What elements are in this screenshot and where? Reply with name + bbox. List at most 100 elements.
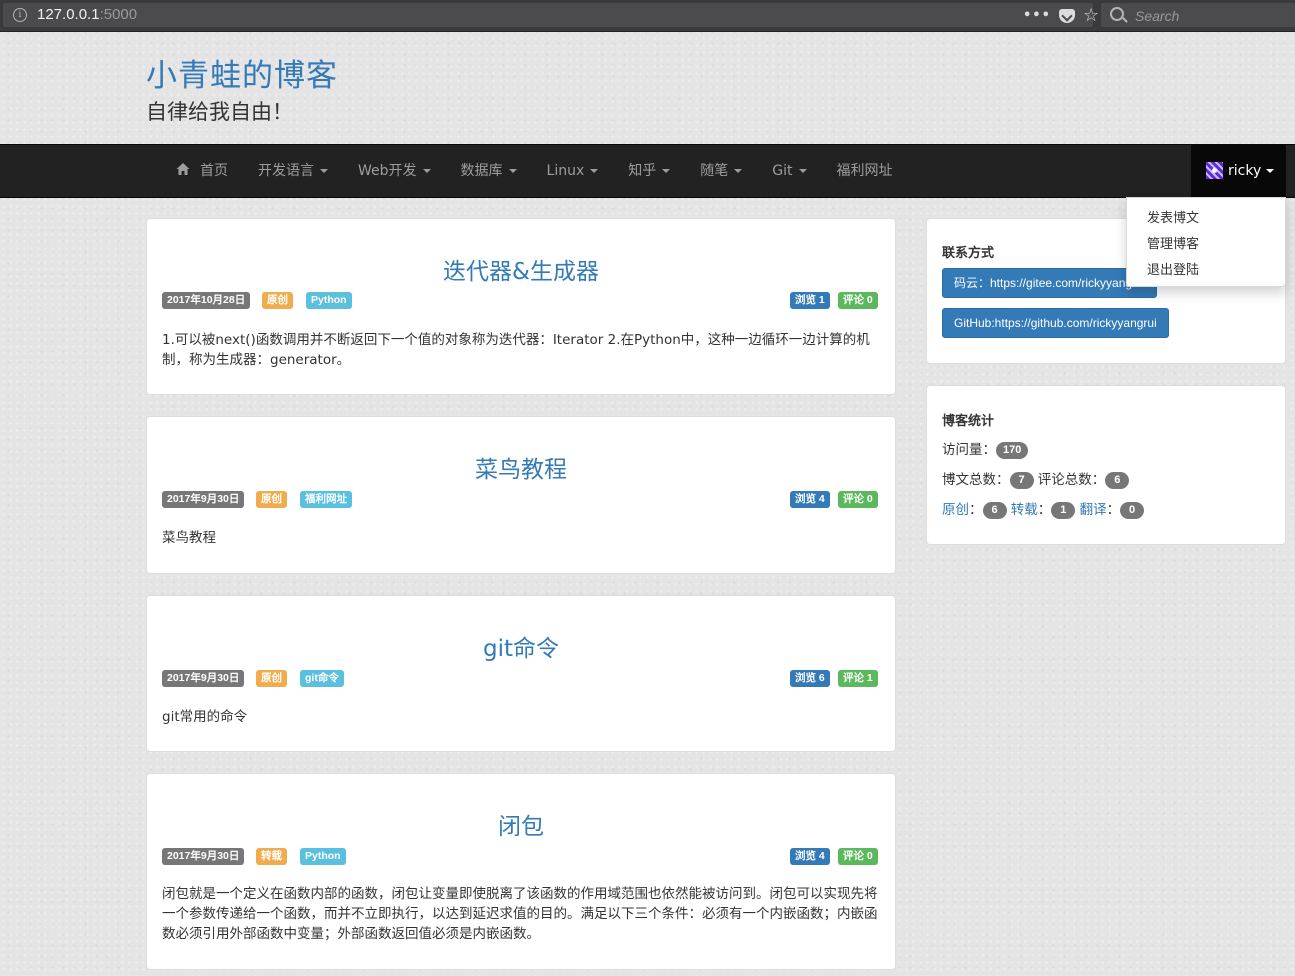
repost-count-badge: 1	[1051, 502, 1076, 520]
nav-list: 首页 开发语言 Web开发 数据库 Linux 知乎 随笔 Git 福利网址	[161, 145, 908, 197]
comments-total-badge: 6	[1105, 472, 1130, 490]
nav-item-essays[interactable]: 随笔	[685, 145, 757, 197]
url-bar[interactable]: i 127.0.0.1:5000 ••• ☆	[3, 3, 1099, 27]
post-tag-label[interactable]: Python	[306, 292, 352, 309]
caret-down-icon	[508, 169, 517, 173]
browser-search-box[interactable]	[1101, 3, 1295, 27]
nav-label: 知乎	[628, 163, 657, 179]
nav-label: Web开发	[358, 163, 417, 179]
browser-search-input[interactable]	[1133, 5, 1287, 27]
site-title[interactable]: 小青蛙的博客	[146, 50, 338, 95]
post-summary: 闭包就是一个定义在函数内部的函数，闭包让变量即使脱离了该函数的作用域范围也依然能…	[162, 886, 878, 942]
url-host: 127.0.0.1	[37, 6, 100, 23]
nav-item-zhihu[interactable]: 知乎	[613, 145, 685, 197]
search-icon	[1110, 7, 1124, 21]
caret-down-icon	[798, 169, 807, 173]
info-icon[interactable]: i	[13, 8, 27, 22]
nav-item-git[interactable]: Git	[757, 145, 821, 197]
url-actions: ••• ☆	[1023, 7, 1099, 25]
colon-text: ：	[1037, 502, 1052, 518]
post-summary: 1.可以被next()函数调用并不断返回下一个值的对象称为迭代器：Iterato…	[162, 332, 870, 368]
post-tag-label[interactable]: 福利网址	[300, 491, 352, 508]
site-subtitle: 自律给我自由！	[146, 100, 293, 124]
nav-item-database[interactable]: 数据库	[446, 145, 532, 197]
translate-link[interactable]: 翻译	[1080, 502, 1107, 518]
post-tag-label[interactable]: Python	[300, 848, 346, 865]
nav-label: 随笔	[700, 163, 729, 179]
github-link-button[interactable]: GitHub:https://github.com/rickyyangrui	[942, 308, 1169, 338]
nav-label: Linux	[546, 163, 585, 179]
post-date-label: 2017年9月30日	[162, 848, 245, 865]
post-views-label: 浏览 4	[790, 491, 830, 508]
colon-text: ：	[1106, 502, 1121, 518]
pocket-icon[interactable]	[1058, 9, 1075, 23]
stat-visits: 访问量： 170	[942, 438, 1029, 460]
caret-down-icon	[1266, 169, 1274, 173]
post-tag-label[interactable]: git命令	[300, 670, 344, 687]
post-type-label[interactable]: 转载	[256, 848, 287, 865]
original-link[interactable]: 原创	[942, 502, 969, 518]
post-comments-label: 评论 0	[838, 292, 878, 309]
nav-item-linux[interactable]: Linux	[532, 145, 614, 197]
nav-label: Git	[772, 163, 793, 179]
url-text[interactable]: 127.0.0.1:5000	[37, 6, 137, 23]
post-date-label: 2017年9月30日	[162, 491, 245, 508]
posts-total-badge: 7	[1009, 472, 1034, 490]
post-type-label[interactable]: 原创	[256, 670, 287, 687]
nav-item-languages[interactable]: 开发语言	[243, 145, 343, 197]
url-port: :5000	[99, 6, 138, 23]
post-title[interactable]: 闭包	[147, 807, 895, 841]
user-menu-toggle[interactable]: ricky	[1191, 145, 1286, 197]
stat-types: 原创： 6 转载： 1 翻译： 0	[942, 498, 1145, 520]
nav-item-web[interactable]: Web开发	[343, 145, 446, 197]
contact-title: 联系方式	[942, 246, 995, 261]
post-summary: git常用的命令	[162, 709, 248, 725]
post-comments-label: 评论 0	[838, 848, 878, 865]
menu-item-new-post[interactable]: 发表博文	[1147, 207, 1199, 226]
navbar: 首页 开发语言 Web开发 数据库 Linux 知乎 随笔 Git 福利网址 r…	[0, 144, 1295, 198]
caret-down-icon	[662, 169, 671, 173]
post-views-label: 浏览 4	[790, 848, 830, 865]
nav-label: 开发语言	[258, 163, 314, 179]
user-name: ricky	[1228, 163, 1262, 179]
caret-down-icon	[320, 169, 328, 173]
nav-item-home[interactable]: 首页	[161, 145, 243, 197]
menu-item-logout[interactable]: 退出登陆	[1147, 259, 1199, 278]
nav-label: 福利网址	[836, 163, 893, 179]
post-card: 闭包 2017年9月30日 转载 Python 浏览 4 评论 0 闭包就是一个…	[146, 773, 896, 970]
visits-badge: 170	[996, 442, 1029, 460]
stats-title: 博客统计	[942, 414, 995, 429]
browser-toolbar: i 127.0.0.1:5000 ••• ☆	[0, 0, 1295, 32]
menu-item-manage-blog[interactable]: 管理博客	[1147, 233, 1199, 252]
nav-label: 数据库	[460, 163, 503, 179]
post-title[interactable]: git命令	[147, 629, 895, 663]
post-title[interactable]: 菜鸟教程	[147, 450, 895, 484]
more-actions-icon[interactable]: •••	[1023, 7, 1051, 25]
post-date-label: 2017年9月30日	[162, 670, 245, 687]
caret-down-icon	[590, 169, 599, 173]
post-title[interactable]: 迭代器&生成器	[147, 252, 895, 286]
visits-label: 访问量：	[942, 442, 996, 458]
post-views-label: 浏览 6	[790, 670, 830, 687]
stats-panel: 博客统计 访问量： 170 博文总数： 7 评论总数： 6 原创： 6 转载： 1 翻译：…	[926, 385, 1286, 545]
nav-item-welfare[interactable]: 福利网址	[822, 145, 908, 197]
post-card: 菜鸟教程 2017年9月30日 原创 福利网址 浏览 4 评论 0 菜鸟教程	[146, 416, 896, 574]
caret-down-icon	[422, 169, 431, 173]
comments-total-label: 评论总数：	[1037, 472, 1106, 488]
caret-down-icon	[734, 169, 743, 173]
home-icon	[176, 163, 190, 175]
stat-totals: 博文总数： 7 评论总数： 6	[942, 468, 1130, 490]
post-type-label[interactable]: 原创	[256, 491, 287, 508]
colon-text: ：	[969, 502, 983, 518]
post-date-label: 2017年10月28日	[162, 292, 251, 309]
nav-home-label: 首页	[200, 163, 228, 179]
original-count-badge: 6	[982, 502, 1007, 520]
post-type-label[interactable]: 原创	[262, 292, 293, 309]
repost-link[interactable]: 转载	[1011, 502, 1038, 518]
post-views-label: 浏览 1	[790, 292, 830, 309]
bookmark-star-icon[interactable]: ☆	[1083, 7, 1099, 25]
posts-total-label: 博文总数：	[942, 472, 1010, 488]
post-comments-label: 评论 1	[838, 670, 878, 687]
post-card: 迭代器&生成器 2017年10月28日 原创 Python 浏览 1 评论 0 …	[146, 218, 896, 395]
translate-count-badge: 0	[1120, 502, 1145, 520]
